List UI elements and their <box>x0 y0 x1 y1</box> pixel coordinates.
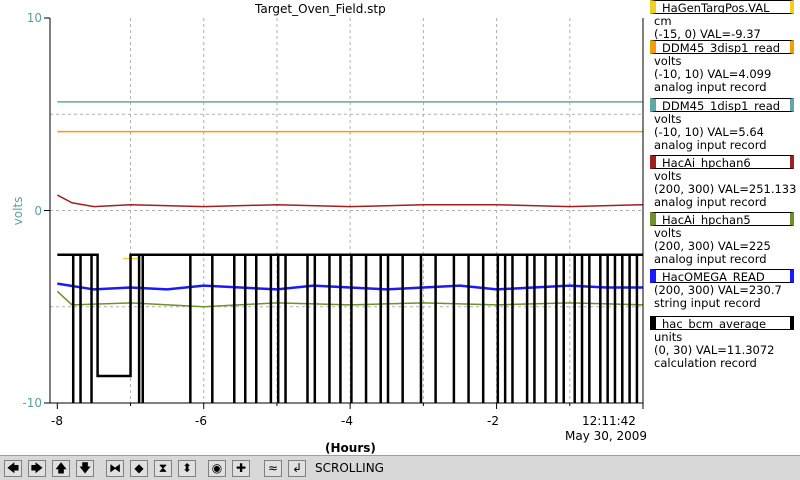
legend-item-name: hac_bcm_average <box>662 317 767 330</box>
legend-item-ddm45-1disp1-read[interactable]: DDM45_1disp1_read <box>650 98 794 112</box>
arrow-right-icon[interactable]: 🡆 <box>28 460 46 477</box>
series-dropout-hac-bcm-average <box>71 254 75 403</box>
toolbar: 🡄 🡆 🡅 🡇 ⧓ ◆ ⧗ ⬍ ◉ ✚ ≈ ↲ SCROLLING <box>0 455 800 480</box>
series-dropout-hac-bcm-average <box>525 254 529 403</box>
legend-item-name: DDM45_3disp1_read <box>662 41 781 54</box>
series-dropout-hac-bcm-average <box>481 254 485 403</box>
legend-detail-line: string input record <box>654 296 761 310</box>
return-icon[interactable]: ↲ <box>288 460 306 477</box>
zoom-out-horizontal-icon[interactable]: ◆ <box>130 460 148 477</box>
legend-item-hagentargpos-val[interactable]: HaGenTargPos.VAL <box>650 0 794 14</box>
scroll-icon[interactable]: ≈ <box>264 460 282 477</box>
series-dropout-hac-bcm-average <box>467 254 470 403</box>
zoom-in-vertical-icon[interactable]: ⧗ <box>154 460 172 477</box>
series-dropout-hac-bcm-average <box>233 254 236 403</box>
series-dropout-hac-bcm-average <box>533 254 536 403</box>
series-dropout-hac-bcm-average <box>276 254 280 403</box>
legend-item-ddm45-3disp1-read[interactable]: DDM45_3disp1_read <box>650 40 794 54</box>
series-dropout-hac-bcm-average <box>137 254 141 403</box>
series-dropout-hac-bcm-average <box>350 254 353 403</box>
series-dropout-hac-bcm-average <box>628 254 631 403</box>
legend-item-name: HaGenTargPos.VAL <box>662 1 770 14</box>
arrow-up-icon[interactable]: 🡅 <box>52 460 70 477</box>
series-dropout-hac-bcm-average <box>452 254 456 403</box>
series-dropout-hac-bcm-average <box>141 254 145 403</box>
series-dropout-hac-bcm-average <box>269 254 273 403</box>
zoom-out-vertical-icon[interactable]: ⬍ <box>178 460 196 477</box>
legend-item-hacomega-read[interactable]: HacOMEGA_READ <box>650 269 794 283</box>
legend-detail-line: calculation record <box>654 356 757 370</box>
series-dropout-hac-bcm-average <box>580 254 584 403</box>
series-dropout-hac-bcm-average <box>189 254 192 403</box>
arrow-left-icon[interactable]: 🡄 <box>4 460 22 477</box>
series-dropout-hac-bcm-average <box>244 254 247 403</box>
series-dropout-hac-bcm-average <box>573 254 576 403</box>
center-icon[interactable]: ◉ <box>208 460 226 477</box>
legend-detail-line: analog input record <box>654 80 767 94</box>
series-dropout-hac-bcm-average <box>379 254 382 403</box>
series-dropout-hac-bcm-average <box>588 254 591 403</box>
series-dropout-hac-bcm-average <box>544 254 547 403</box>
arrow-down-icon[interactable]: 🡇 <box>76 460 94 477</box>
series-dropout-hac-bcm-average <box>503 254 507 403</box>
scroll-status-label: SCROLLING <box>315 461 384 475</box>
legend-item-name: DDM45_1disp1_read <box>662 99 781 112</box>
series-dropout-hac-bcm-average <box>339 254 342 403</box>
series-dropout-hac-bcm-average <box>386 254 390 403</box>
series-dropout-hac-bcm-average <box>599 254 602 403</box>
legend-item-name: HacOMEGA_READ <box>662 270 765 283</box>
zoom-in-horizontal-icon[interactable]: ⧓ <box>106 460 124 477</box>
series-dropout-hac-bcm-average <box>90 254 93 403</box>
series-dropout-hac-bcm-average <box>328 254 331 403</box>
series-dropout-hac-bcm-average <box>496 254 500 403</box>
series-dropout-hac-bcm-average <box>254 254 258 403</box>
series-dropout-hac-bcm-average <box>401 254 404 403</box>
legend-item-hacai-hpchan5[interactable]: HacAi_hpchan5 <box>650 212 794 226</box>
legend-detail-line: analog input record <box>654 138 767 152</box>
series-dropout-hac-bcm-average <box>306 254 309 403</box>
series-dropout-hac-bcm-average <box>284 254 287 403</box>
series-dropout-hac-bcm-average <box>211 254 214 403</box>
legend-item-hacai-hpchan6[interactable]: HacAi_hpchan6 <box>650 155 794 169</box>
series-dropout-hac-bcm-average <box>419 254 423 403</box>
series-dropout-hac-bcm-average <box>621 254 624 403</box>
series-dropout-hac-bcm-average <box>434 254 437 403</box>
series-dropout-hac-bcm-average <box>555 254 558 403</box>
legend-item-name: HacAi_hpchan5 <box>662 213 751 226</box>
add-icon[interactable]: ✚ <box>232 460 250 477</box>
series-dropout-hac-bcm-average <box>613 254 617 403</box>
legend-item-hac-bcm-average[interactable]: hac_bcm_average <box>650 316 794 330</box>
series-dropout-hac-bcm-average <box>562 254 565 403</box>
strip-chart-plot[interactable] <box>0 0 648 455</box>
legend-detail-line: analog input record <box>654 195 767 209</box>
series-dropout-hac-bcm-average <box>635 254 639 403</box>
series-dropout-hac-bcm-average <box>606 254 609 403</box>
series-dropout-hac-bcm-average <box>313 254 317 403</box>
series-dropout-hac-bcm-average <box>364 254 368 403</box>
series-dropout-hac-bcm-average <box>511 254 514 403</box>
series-dropout-hac-bcm-average <box>79 254 82 403</box>
legend-item-name: HacAi_hpchan6 <box>662 156 751 169</box>
legend-detail-line: analog input record <box>654 252 767 266</box>
plot-axes <box>44 17 644 409</box>
